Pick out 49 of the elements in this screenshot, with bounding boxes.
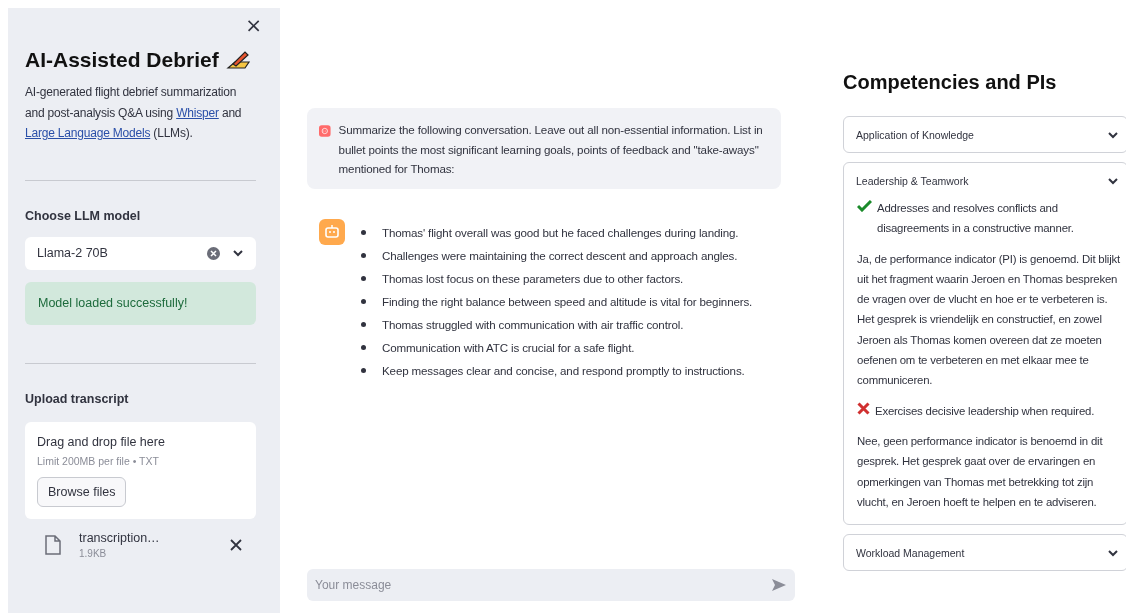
chevron-down-icon xyxy=(232,248,244,258)
file-name: transcription… xyxy=(79,530,161,545)
bullet-icon xyxy=(361,252,366,258)
indicator-answer: Ja, de performance indicator (PI) is genoemd. Dit blijkt uit het fragment waarin Jeroen en Thomas bespreken de vragen over de vlucht en hoe er te verbeteren is. Het gesprek is vriendelijk en constructief, en zowel Jeroen als Thomas komen overeen dat ze moeten oefenen om te verbeteren en met elkaar mee te communiceren. xyxy=(857,251,1121,389)
section-title: Competencies and PIs xyxy=(843,71,1058,94)
chevron-down-icon xyxy=(1107,547,1119,558)
dropzone-hint: Limit 200MB per file • TXT xyxy=(37,454,159,467)
bullet-text: Communication with ATC is crucial for a safe flight. xyxy=(382,339,635,356)
bullet-text: Thomas' flight overall was good but he faced challenges during landing. xyxy=(382,224,739,241)
message-text: Summarize the following conversation. Leave out all non-essential information. List in bullet points the most significant learning goals, points of feedback and "take-aways" mentioned for Thomas: xyxy=(338,122,764,177)
expander-header[interactable]: Workload Management xyxy=(844,535,1126,571)
dropzone-title: Drag and drop file here xyxy=(37,434,165,449)
indicator-answer: Nee, geen performance indicator is benoemd in dit gesprek. Het gesprek gaat over de ervaringen en opmerkingen van Thomas met betrekking tot zijn vlucht, en Jeroen hoeft te helpen en te adviseren. xyxy=(857,433,1104,510)
bullet-text: Keep messages clear and concise, and respond promptly to instructions. xyxy=(382,362,745,379)
select-value: Llama-2 70B xyxy=(37,246,109,260)
file-size: 1.9KB xyxy=(79,547,108,559)
file-dropzone[interactable]: Drag and drop file here Limit 200MB per file • TXT Browse files xyxy=(25,421,256,519)
field-label: Upload transcript xyxy=(25,391,130,406)
bullet-text: Challenges were maintaining the correct descent and approach angles. xyxy=(382,247,738,264)
send-icon xyxy=(771,578,787,592)
bullet-icon xyxy=(361,229,366,235)
bullet-text: Thomas lost focus on these parameters due to other factors. xyxy=(382,270,684,287)
app-description: AI-generated flight debrief summarization and post-analysis Q&A using Whisper and Large Language Models (LLMs). xyxy=(25,84,243,142)
link[interactable]: Large Language Models xyxy=(25,126,151,140)
bullet-text: Thomas struggled with communication with air traffic control. xyxy=(382,316,684,333)
app-title: AI-Assisted Debrief xyxy=(25,48,219,72)
model-select[interactable]: Llama-2 70B xyxy=(25,236,256,270)
link[interactable]: Whisper xyxy=(176,105,219,120)
close-button[interactable]: × xyxy=(245,16,262,34)
expander-header[interactable]: Leadership & Teamwork xyxy=(844,163,1126,198)
status-message: Model loaded successfully! xyxy=(25,281,256,325)
bullet-icon xyxy=(361,367,366,373)
bullet-icon xyxy=(361,344,366,350)
remove-file-icon xyxy=(230,538,242,551)
bullet-icon xyxy=(361,321,366,327)
file-icon xyxy=(45,534,61,555)
chevron-down-icon xyxy=(1107,129,1119,140)
message-input[interactable]: Your message xyxy=(307,569,795,601)
chevron-down-icon xyxy=(1107,175,1119,186)
bullet-text: Finding the right balance between speed and altitude is vital for beginners. xyxy=(382,293,753,310)
bullet-icon xyxy=(361,275,366,281)
indicator-title: Addresses and resolves conflicts and disagreements in a constructive manner. xyxy=(877,201,1075,237)
expander-header[interactable]: Application of Knowledge xyxy=(844,117,1126,152)
field-label: Choose LLM model xyxy=(25,208,142,223)
browse-files-button[interactable]: Browse files xyxy=(37,476,127,507)
indicator-title: Exercises decisive leadership when required. xyxy=(875,403,1095,419)
bullet-icon xyxy=(361,298,366,304)
clear-icon xyxy=(207,246,220,260)
bot-avatar-icon xyxy=(319,218,345,245)
